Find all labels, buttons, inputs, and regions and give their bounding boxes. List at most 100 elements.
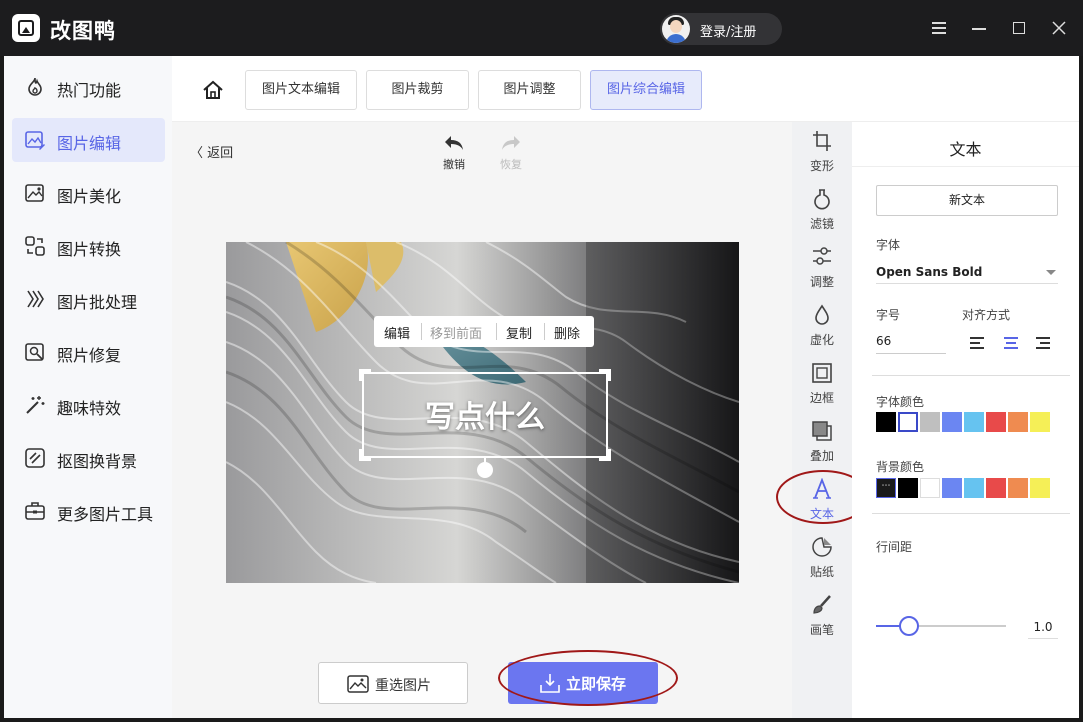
menu-icon[interactable] xyxy=(927,16,951,40)
sticker-icon xyxy=(812,537,832,557)
color-swatch[interactable] xyxy=(1008,412,1028,432)
tool-brush[interactable]: 画笔 xyxy=(792,590,852,646)
ctx-copy[interactable]: 复制 xyxy=(506,323,532,342)
sidebar-item-batch[interactable]: 图片批处理 xyxy=(12,277,165,321)
sidebar-item-hot[interactable]: 热门功能 xyxy=(12,65,165,109)
color-swatch[interactable] xyxy=(986,412,1006,432)
new-text-button[interactable]: 新文本 xyxy=(876,185,1058,216)
reselect-image-button[interactable]: 重选图片 xyxy=(318,662,468,704)
color-swatch[interactable] xyxy=(898,412,918,432)
sidebar-item-label: 更多图片工具 xyxy=(57,505,154,524)
more-colors-icon[interactable]: ⋯ xyxy=(876,478,896,498)
color-swatch[interactable] xyxy=(1030,478,1050,498)
color-swatch[interactable] xyxy=(876,412,896,432)
image-beautify-icon xyxy=(25,184,44,202)
tab-adjust[interactable]: 图片调整 xyxy=(478,70,581,110)
sidebar-item-label: 图片编辑 xyxy=(57,134,122,153)
image-edit-icon xyxy=(25,131,45,150)
line-height-value[interactable]: 1.0 xyxy=(1028,615,1058,639)
login-button[interactable]: 登录/注册 xyxy=(660,13,782,45)
back-button[interactable]: 〈 返回 xyxy=(190,142,233,161)
redo-icon xyxy=(502,136,520,150)
highlight-ring-save xyxy=(498,650,678,706)
overlay-icon xyxy=(812,421,832,441)
ctx-edit[interactable]: 编辑 xyxy=(384,323,410,342)
font-value: Open Sans Bold xyxy=(876,265,983,279)
text-box-content: 写点什么 xyxy=(425,400,545,435)
color-swatch[interactable] xyxy=(1030,412,1050,432)
tab-crop[interactable]: 图片裁剪 xyxy=(366,70,469,110)
sidebar-item-image-edit[interactable]: 图片编辑 xyxy=(12,118,165,162)
photo-repair-icon xyxy=(25,343,44,361)
ctx-delete[interactable]: 删除 xyxy=(554,323,580,342)
image-canvas[interactable]: 编辑 移到前面 复制 删除 写点什么 xyxy=(226,242,739,583)
chevron-down-icon xyxy=(1046,270,1056,275)
font-label: 字体 xyxy=(876,238,901,252)
tool-overlay[interactable]: 叠加 xyxy=(792,416,852,472)
reselect-label: 重选图片 xyxy=(375,678,431,694)
tool-label: 虚化 xyxy=(809,333,834,347)
ctx-bring-front[interactable]: 移到前面 xyxy=(430,323,482,342)
sidebar-item-label: 图片美化 xyxy=(57,187,122,206)
magic-wand-icon xyxy=(26,396,45,414)
tool-blur[interactable]: 虚化 xyxy=(792,300,852,356)
tool-label: 变形 xyxy=(809,159,834,173)
tool-filter[interactable]: 滤镜 xyxy=(792,184,852,240)
tool-label: 调整 xyxy=(809,275,834,289)
line-height-slider[interactable] xyxy=(876,625,1006,627)
font-select[interactable]: Open Sans Bold xyxy=(876,258,1058,284)
sidebar-item-label: 图片转换 xyxy=(57,240,122,259)
color-swatch[interactable] xyxy=(986,478,1006,498)
sidebar-item-label: 抠图换背景 xyxy=(57,452,138,471)
tab-text-edit[interactable]: 图片文本编辑 xyxy=(245,70,357,110)
sidebar-item-label: 热门功能 xyxy=(57,81,122,100)
title-bar: 改图鸭 登录/注册 xyxy=(0,0,1083,56)
slider-thumb[interactable] xyxy=(898,616,919,636)
color-swatch[interactable] xyxy=(920,412,940,432)
toolbox-icon xyxy=(25,502,45,520)
image-convert-icon xyxy=(25,236,45,256)
back-label: 返回 xyxy=(207,146,234,161)
sidebar-item-cutout[interactable]: 抠图换背景 xyxy=(12,436,165,480)
sidebar-item-label: 趣味特效 xyxy=(57,399,122,418)
close-icon[interactable] xyxy=(1047,16,1071,40)
app-title: 改图鸭 xyxy=(50,19,116,43)
redo-button[interactable]: 恢复 xyxy=(491,134,531,172)
image-icon xyxy=(347,675,369,693)
rotate-handle[interactable] xyxy=(477,462,493,478)
sidebar-item-repair[interactable]: 照片修复 xyxy=(12,330,165,374)
color-swatch[interactable] xyxy=(920,478,940,498)
redo-label: 恢复 xyxy=(500,158,522,171)
maximize-icon[interactable] xyxy=(1007,16,1031,40)
crop-icon xyxy=(813,131,831,151)
font-size-input[interactable]: 66 xyxy=(876,326,946,354)
cutout-icon xyxy=(25,448,45,468)
tool-sticker[interactable]: 贴纸 xyxy=(792,532,852,588)
sidebar-item-convert[interactable]: 图片转换 xyxy=(12,224,165,268)
undo-icon xyxy=(445,136,463,150)
tool-label: 边框 xyxy=(809,391,834,405)
align-left-icon[interactable] xyxy=(970,337,984,349)
text-box[interactable]: 写点什么 xyxy=(359,369,611,461)
tool-adjust[interactable]: 调整 xyxy=(792,242,852,298)
login-label: 登录/注册 xyxy=(700,25,757,40)
color-swatch[interactable] xyxy=(942,478,962,498)
tab-comprehensive-edit[interactable]: 图片综合编辑 xyxy=(590,70,702,110)
home-icon[interactable] xyxy=(202,80,224,100)
tool-border[interactable]: 边框 xyxy=(792,358,852,414)
minimize-icon[interactable] xyxy=(967,16,991,40)
undo-button[interactable]: 撤销 xyxy=(434,134,474,172)
align-right-icon[interactable] xyxy=(1036,337,1050,349)
app-window: 热门功能 图片编辑 图片美化 图片转换 图片批处理 照片修复 趣味特效 抠图换背… xyxy=(4,56,1079,718)
tool-transform[interactable]: 变形 xyxy=(792,126,852,182)
color-swatch[interactable] xyxy=(942,412,962,432)
sidebar-item-effects[interactable]: 趣味特效 xyxy=(12,383,165,427)
color-swatch[interactable] xyxy=(964,478,984,498)
sidebar-item-beautify[interactable]: 图片美化 xyxy=(12,171,165,215)
color-swatch[interactable] xyxy=(1008,478,1028,498)
color-swatch[interactable] xyxy=(898,478,918,498)
app-logo-icon xyxy=(12,14,40,42)
color-swatch[interactable] xyxy=(964,412,984,432)
sidebar-item-more-tools[interactable]: 更多图片工具 xyxy=(12,489,165,533)
align-center-icon[interactable] xyxy=(1004,337,1018,349)
